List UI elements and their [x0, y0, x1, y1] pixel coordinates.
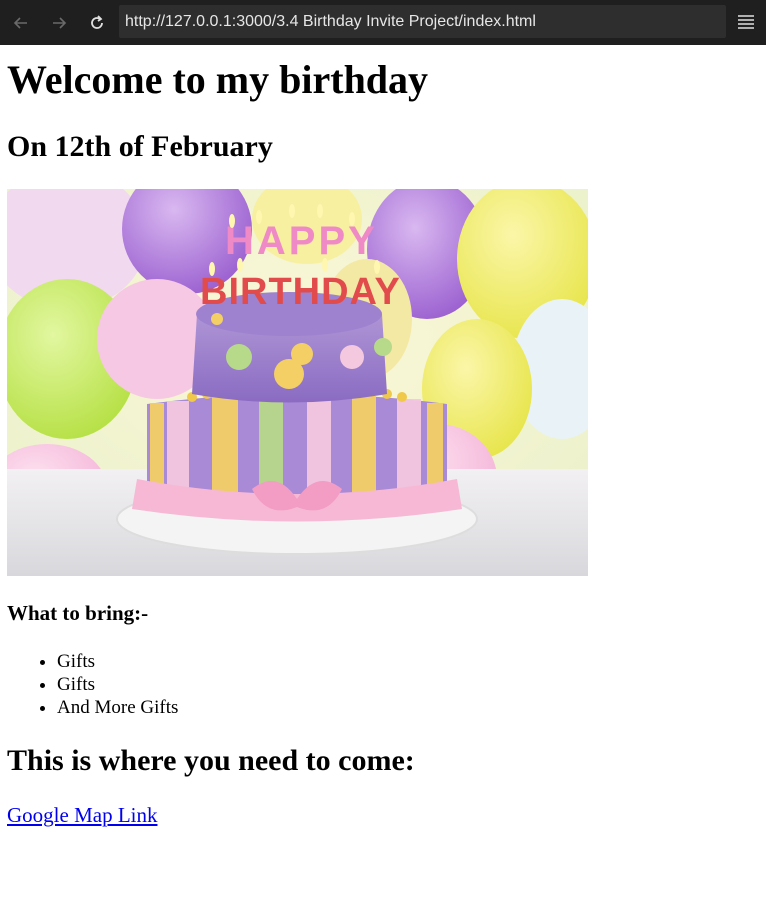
bring-list: Gifts Gifts And More Gifts — [7, 650, 178, 719]
list-item: Gifts — [57, 673, 178, 696]
birthday-candles: BIRTHDAY — [200, 271, 401, 313]
forward-button[interactable] — [42, 6, 76, 40]
page-title: Welcome to my birthday — [7, 57, 429, 102]
list-item: And More Gifts — [57, 696, 178, 719]
menu-button[interactable] — [735, 11, 757, 33]
arrow-right-icon — [53, 16, 67, 29]
hamburger-icon — [738, 15, 754, 29]
birthday-cake-image: HAPPY BIRTHDAY — [7, 189, 588, 576]
back-button[interactable] — [4, 6, 38, 40]
bring-heading: What to bring:- — [7, 601, 149, 625]
reload-icon — [91, 14, 103, 29]
happy-candles: HAPPY — [225, 219, 378, 263]
reload-button[interactable] — [80, 6, 114, 40]
address-bar[interactable]: http://127.0.0.1:3000/3.4 Birthday Invit… — [119, 5, 726, 38]
list-item: Gifts — [57, 650, 178, 673]
location-heading: This is where you need to come: — [7, 744, 415, 777]
arrow-left-icon — [13, 16, 27, 29]
event-date: On 12th of February — [7, 130, 273, 163]
google-map-link[interactable]: Google Map Link — [7, 802, 157, 828]
browser-toolbar: http://127.0.0.1:3000/3.4 Birthday Invit… — [0, 0, 766, 45]
